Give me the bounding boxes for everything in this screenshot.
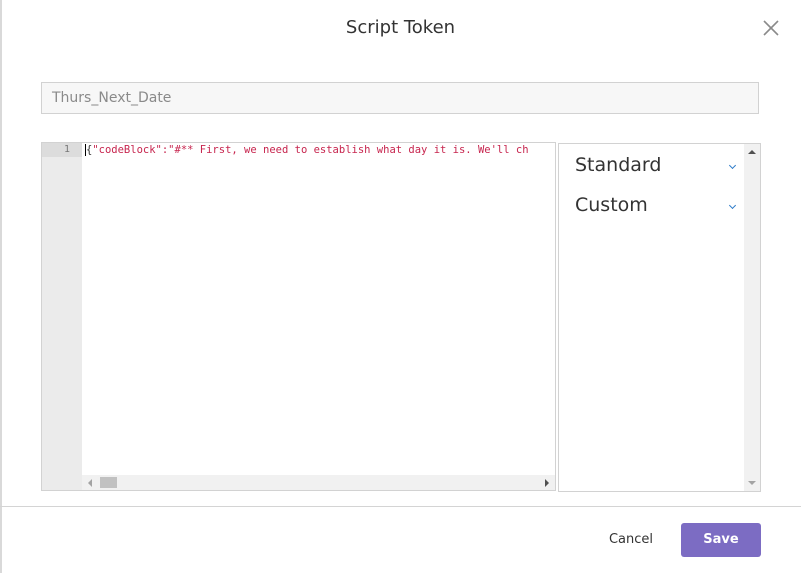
panel-item-custom[interactable]: Custom bbox=[575, 194, 737, 216]
script-token-dialog: Script Token Thurs_Next_Date 1 {"codeBlo… bbox=[0, 0, 801, 573]
code-line[interactable]: {"codeBlock":"#** First, we need to esta… bbox=[85, 144, 550, 156]
panel-item-standard[interactable]: Standard bbox=[575, 154, 737, 176]
dialog-title: Script Token bbox=[345, 17, 456, 38]
scroll-up-icon[interactable] bbox=[748, 150, 756, 154]
close-icon[interactable] bbox=[760, 17, 782, 39]
chevron-down-icon bbox=[728, 161, 737, 170]
panel-item-label: Custom bbox=[575, 194, 648, 216]
save-button[interactable]: Save bbox=[681, 523, 761, 557]
code-editor[interactable]: 1 {"codeBlock":"#** First, we need to es… bbox=[41, 142, 556, 491]
scrollbar-thumb[interactable] bbox=[100, 477, 117, 488]
cancel-button[interactable]: Cancel bbox=[598, 523, 664, 557]
code-text: "codeBlock":"#** First, we need to estab… bbox=[92, 144, 529, 156]
panel-item-label: Standard bbox=[575, 154, 662, 176]
chevron-down-icon bbox=[728, 201, 737, 210]
window-edge bbox=[0, 0, 2, 573]
close-icon-graphic bbox=[763, 20, 779, 36]
line-number: 1 bbox=[63, 144, 70, 155]
token-name-field[interactable]: Thurs_Next_Date bbox=[41, 82, 759, 114]
scroll-left-icon[interactable] bbox=[88, 479, 92, 487]
footer-divider bbox=[0, 506, 801, 507]
token-panel: Standard Custom bbox=[558, 143, 761, 492]
scroll-down-icon[interactable] bbox=[748, 481, 756, 485]
editor-gutter bbox=[42, 143, 82, 490]
vertical-scrollbar[interactable] bbox=[744, 144, 760, 491]
horizontal-scrollbar[interactable] bbox=[82, 475, 555, 490]
scroll-right-icon[interactable] bbox=[545, 479, 549, 487]
